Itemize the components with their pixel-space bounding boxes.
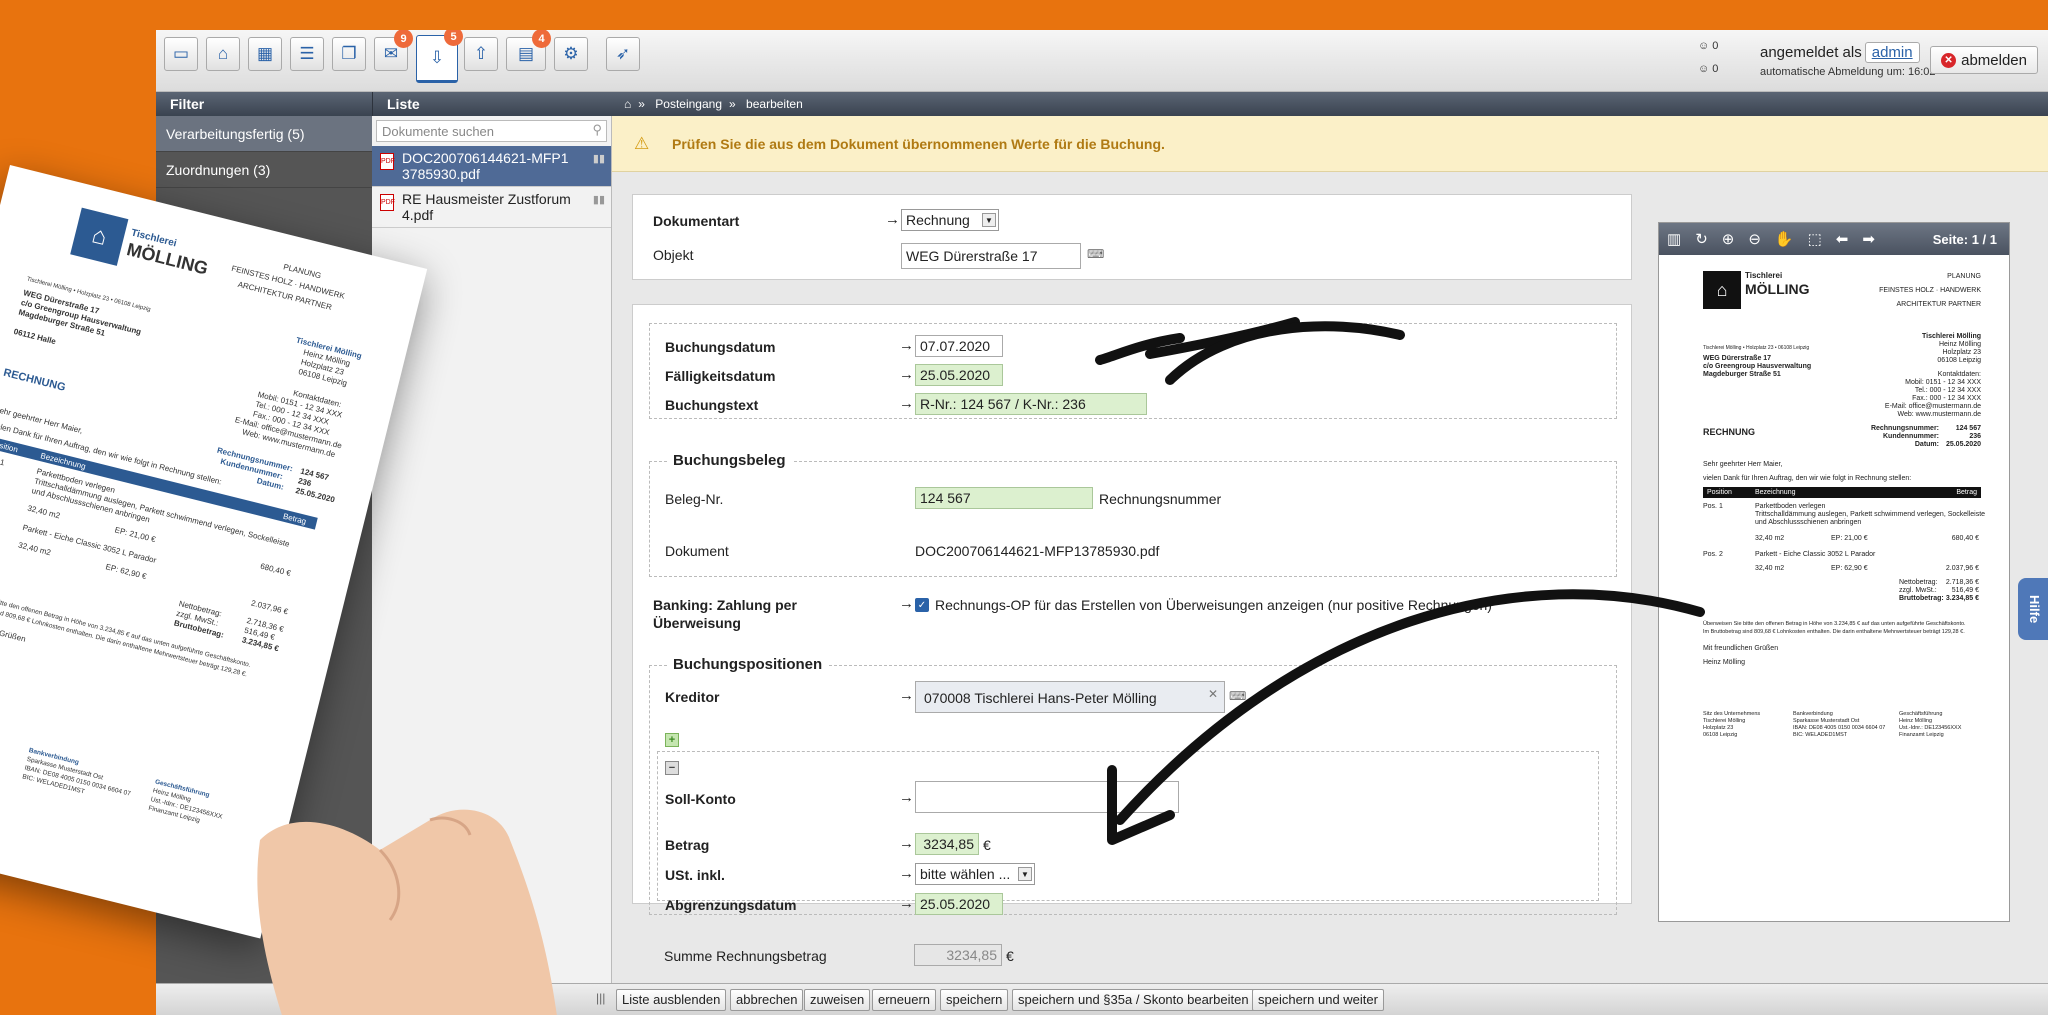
hand-image: [257, 809, 557, 1015]
company-logo: ⌂: [70, 207, 129, 266]
